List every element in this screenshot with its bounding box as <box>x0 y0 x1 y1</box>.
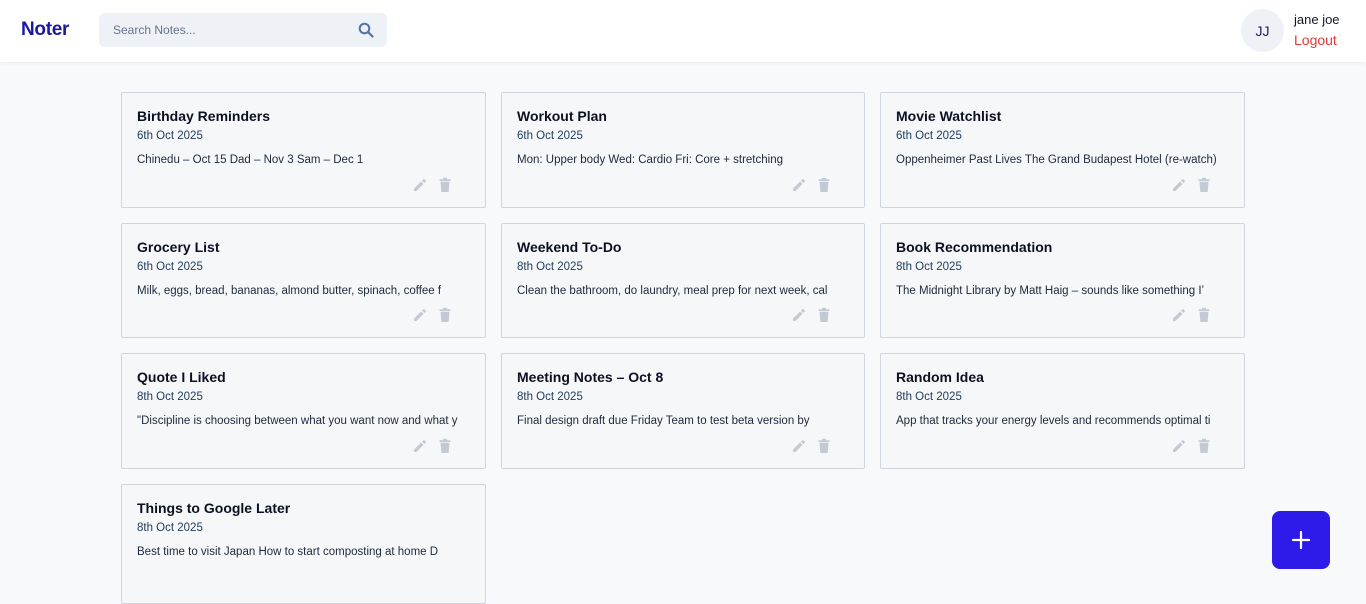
note-card[interactable]: Workout Plan 6th Oct 2025 Mon: Upper bod… <box>501 92 865 208</box>
note-preview: Final design draft due Friday Team to te… <box>517 415 810 427</box>
note-card[interactable]: Meeting Notes – Oct 8 8th Oct 2025 Final… <box>501 353 865 469</box>
pencil-icon[interactable] <box>791 177 807 193</box>
note-date: 8th Oct 2025 <box>137 391 203 403</box>
note-title: Random Idea <box>896 369 984 385</box>
note-title: Things to Google Later <box>137 499 291 516</box>
note-date: 6th Oct 2025 <box>517 130 583 142</box>
note-preview: The Midnight Library by Matt Haig – soun… <box>896 284 1205 297</box>
note-title: Birthday Reminders <box>137 108 271 124</box>
trash-icon[interactable] <box>816 177 832 193</box>
note-date: 6th Oct 2025 <box>137 260 203 273</box>
note-title: Weekend To-Do <box>517 238 622 255</box>
search-input[interactable] <box>99 13 349 47</box>
pencil-icon[interactable] <box>1171 438 1187 454</box>
note-date: 8th Oct 2025 <box>517 260 583 273</box>
note-title: Movie Watchlist <box>896 108 1002 124</box>
pencil-icon[interactable] <box>412 438 428 454</box>
pencil-icon[interactable] <box>791 438 807 454</box>
add-note-button[interactable] <box>1272 511 1330 569</box>
note-card[interactable]: Random Idea 8th Oct 2025 App that tracks… <box>880 353 1245 469</box>
trash-icon[interactable] <box>437 307 453 323</box>
trash-icon[interactable] <box>1196 307 1212 323</box>
search-bar <box>99 13 387 47</box>
note-date: 6th Oct 2025 <box>137 130 203 142</box>
logout-link[interactable]: Logout <box>1294 32 1337 48</box>
note-preview: Clean the bathroom, do laundry, meal pre… <box>517 284 828 297</box>
note-actions <box>517 168 849 207</box>
top-navbar: Noter JJ jane joe Logout <box>0 0 1366 62</box>
trash-icon[interactable] <box>816 438 832 454</box>
note-actions <box>137 429 470 468</box>
note-title: Book Recommendation <box>896 238 1053 255</box>
note-preview: App that tracks your energy levels and r… <box>896 415 1211 427</box>
note-date: 8th Oct 2025 <box>137 521 203 534</box>
note-actions <box>517 429 849 468</box>
note-title: Workout Plan <box>517 108 607 124</box>
note-actions <box>896 168 1229 207</box>
note-card[interactable]: Book Recommendation 8th Oct 2025 The Mid… <box>880 222 1245 338</box>
note-preview: Milk, eggs, bread, bananas, almond butte… <box>137 284 442 297</box>
note-card[interactable]: Grocery List 6th Oct 2025 Milk, eggs, br… <box>121 222 486 338</box>
user-name: jane joe <box>1294 12 1340 27</box>
pencil-icon[interactable] <box>1171 307 1187 323</box>
note-title: Grocery List <box>137 238 220 255</box>
trash-icon[interactable] <box>1196 438 1212 454</box>
note-card[interactable]: Quote I Liked 8th Oct 2025 "Discipline i… <box>121 353 486 469</box>
note-preview: Best time to visit Japan How to start co… <box>137 545 439 558</box>
note-card[interactable]: Movie Watchlist 6th Oct 2025 Oppenheimer… <box>880 92 1245 208</box>
note-actions <box>517 298 849 337</box>
app-logo[interactable]: Noter <box>21 19 69 41</box>
plus-icon <box>1291 530 1311 550</box>
note-actions <box>137 168 470 207</box>
search-icon[interactable] <box>358 22 374 38</box>
note-actions <box>896 429 1229 468</box>
trash-icon[interactable] <box>816 307 832 323</box>
avatar-initials: JJ <box>1255 22 1270 39</box>
note-card[interactable]: Things to Google Later 8th Oct 2025 Best… <box>121 483 486 604</box>
note-date: 6th Oct 2025 <box>896 130 962 142</box>
note-card[interactable]: Weekend To-Do 8th Oct 2025 Clean the bat… <box>501 222 865 338</box>
pencil-icon[interactable] <box>412 177 428 193</box>
pencil-icon[interactable] <box>1171 177 1187 193</box>
note-card[interactable]: Birthday Reminders 6th Oct 2025 Chinedu … <box>121 92 486 208</box>
user-avatar[interactable]: JJ <box>1241 9 1284 52</box>
note-actions <box>137 298 470 337</box>
note-preview: "Discipline is choosing between what you… <box>137 415 458 427</box>
trash-icon[interactable] <box>437 438 453 454</box>
note-preview: Chinedu – Oct 15 Dad – Nov 3 Sam – Dec 1 <box>137 154 364 166</box>
trash-icon[interactable] <box>1196 177 1212 193</box>
pencil-icon[interactable] <box>791 307 807 323</box>
note-title: Meeting Notes – Oct 8 <box>517 369 664 385</box>
note-date: 8th Oct 2025 <box>517 391 583 403</box>
note-date: 8th Oct 2025 <box>896 260 962 273</box>
note-preview: Mon: Upper body Wed: Cardio Fri: Core + … <box>517 154 783 166</box>
note-title: Quote I Liked <box>137 369 226 385</box>
pencil-icon[interactable] <box>412 307 428 323</box>
trash-icon[interactable] <box>437 177 453 193</box>
notes-grid: Birthday Reminders 6th Oct 2025 Chinedu … <box>121 92 1245 604</box>
note-preview: Oppenheimer Past Lives The Grand Budapes… <box>896 154 1217 166</box>
note-date: 8th Oct 2025 <box>896 391 962 403</box>
note-actions <box>896 298 1229 337</box>
